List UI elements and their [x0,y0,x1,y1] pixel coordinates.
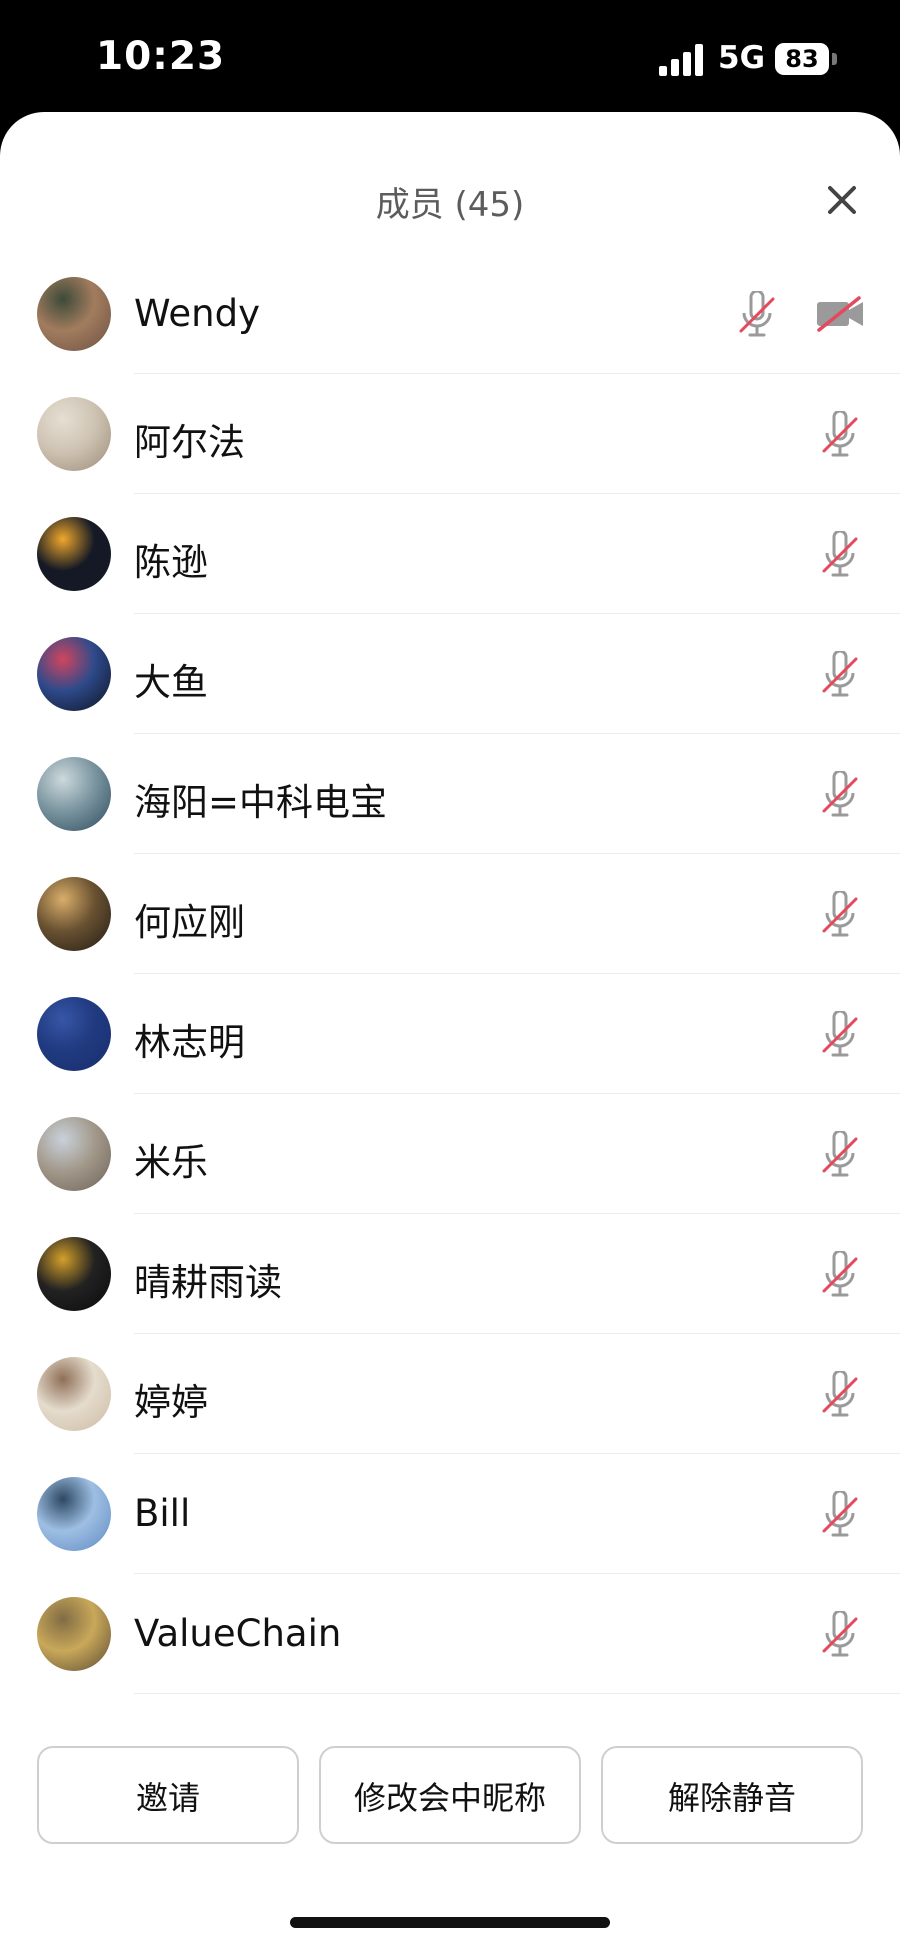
member-row[interactable]: Bill [0,1454,900,1574]
status-bar: 10:23 5G 83 [0,0,900,112]
avatar [37,997,111,1071]
member-name: 海阳=中科电宝 [134,781,388,824]
member-row[interactable]: 海阳=中科电宝 [0,734,900,854]
rename-button[interactable]: 修改会中昵称 [319,1746,581,1844]
mic-muted-icon[interactable] [820,651,860,701]
avatar [37,397,111,471]
avatar [37,517,111,591]
signal-icon [659,44,703,76]
member-row[interactable]: 大鱼 [0,614,900,734]
panel-title: 成员 (45) [375,185,525,225]
status-time: 10:23 [96,34,226,79]
mic-muted-icon[interactable] [820,771,860,821]
invite-button[interactable]: 邀请 [37,1746,299,1844]
member-name: 婷婷 [134,1381,208,1424]
unmute-button[interactable]: 解除静音 [601,1746,863,1844]
member-row[interactable]: 晴耕雨读 [0,1214,900,1334]
member-name: Bill [134,1492,191,1535]
member-row[interactable]: 何应刚 [0,854,900,974]
avatar [37,277,111,351]
battery-cap [832,53,837,65]
avatar [37,1237,111,1311]
mic-muted-icon[interactable] [820,1131,860,1181]
battery-icon: 83 [775,43,829,75]
avatar [37,757,111,831]
member-name: 大鱼 [134,661,208,704]
member-row[interactable]: 林志明 [0,974,900,1094]
member-name: 何应刚 [134,901,245,944]
row-divider [134,1693,900,1694]
mic-muted-icon[interactable] [820,1371,860,1421]
member-list: Wendy 阿尔法陈逊大鱼海阳=中科电宝 何应刚林志明米乐晴耕雨读婷婷 Bill Val… [0,254,900,1694]
avatar [37,1477,111,1551]
mic-muted-icon[interactable] [820,891,860,941]
avatar [37,637,111,711]
member-row[interactable]: 婷婷 [0,1334,900,1454]
mic-muted-icon[interactable] [820,411,860,461]
members-panel: 成员 (45) Wendy 阿尔法陈逊大鱼海阳=中科电宝 何应刚林志明米乐晴耕雨读婷… [0,112,900,1948]
mic-muted-icon[interactable] [737,291,777,341]
network-label: 5G [718,40,766,76]
mic-muted-icon[interactable] [820,1491,860,1541]
member-name: Wendy [134,292,261,335]
member-row[interactable]: Wendy [0,254,900,374]
close-icon[interactable] [822,180,862,220]
video-off-icon[interactable] [815,296,865,332]
avatar [37,1117,111,1191]
member-name: 阿尔法 [134,421,245,464]
member-name: 陈逊 [134,541,208,584]
mic-muted-icon[interactable] [820,1011,860,1061]
mic-muted-icon[interactable] [820,1251,860,1301]
avatar [37,1357,111,1431]
home-indicator [290,1917,610,1928]
member-name: 林志明 [134,1021,245,1064]
member-name: 米乐 [134,1141,208,1184]
avatar [37,1597,111,1671]
mic-muted-icon[interactable] [820,531,860,581]
action-bar: 邀请 修改会中昵称 解除静音 [37,1746,863,1846]
mic-muted-icon[interactable] [820,1611,860,1661]
member-name: ValueChain [134,1612,342,1655]
avatar [37,877,111,951]
member-row[interactable]: ValueChain [0,1574,900,1694]
member-row[interactable]: 阿尔法 [0,374,900,494]
member-row[interactable]: 米乐 [0,1094,900,1214]
member-name: 晴耕雨读 [134,1261,282,1304]
member-row[interactable]: 陈逊 [0,494,900,614]
